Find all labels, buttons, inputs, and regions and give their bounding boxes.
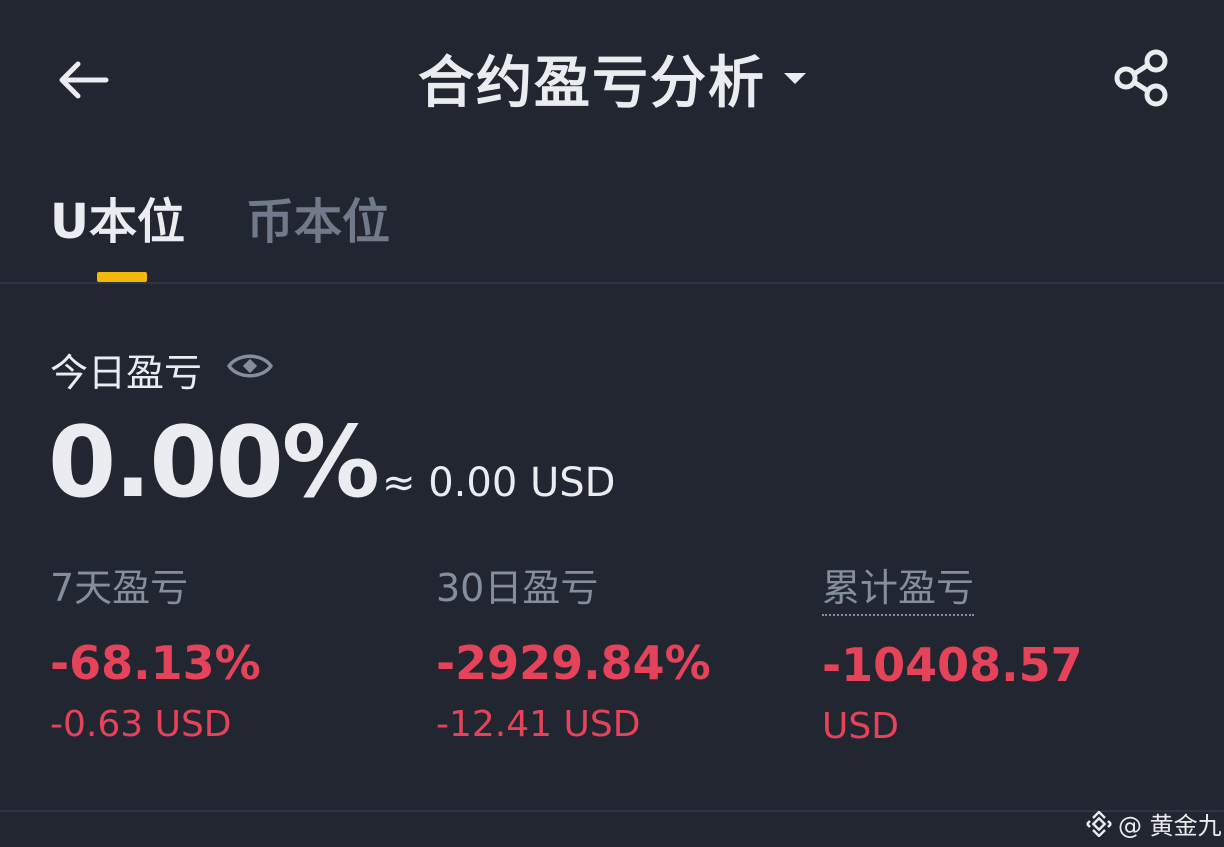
today-pnl-usd: ≈ 0.00 USD: [382, 460, 616, 506]
stat-30d-percent: -2929.84%: [436, 636, 711, 690]
today-pnl-percent: 0.00%: [48, 406, 380, 520]
today-pnl-values: 0.00% ≈ 0.00 USD: [48, 408, 615, 518]
page-title: 合约盈亏分析: [418, 50, 766, 116]
active-tab-indicator: [97, 272, 147, 282]
stat-cumulative-value: -10408.57: [822, 638, 1083, 692]
stat-cumulative-label[interactable]: 累计盈亏: [822, 562, 975, 616]
eye-icon: [227, 354, 273, 378]
binance-logo-icon: [1086, 810, 1112, 837]
divider: [0, 282, 1224, 284]
today-pnl-label: 今日盈亏: [50, 351, 203, 395]
stat-30d: 30日盈亏 -2929.84% -12.41 USD: [436, 562, 711, 745]
watermark-text: @ 黄金九: [1118, 812, 1222, 840]
stat-7d-label: 7天盈亏: [50, 566, 189, 610]
share-button[interactable]: [1108, 44, 1176, 112]
stat-cumulative-unit: USD: [822, 706, 899, 747]
contract-pnl-page: 合约盈亏分析 U本位 币本位 今日盈亏 0.00% ≈ 0.00 USD 7天盈…: [0, 0, 1224, 847]
watermark: @ 黄金九: [1086, 806, 1222, 841]
title-dropdown[interactable]: 合约盈亏分析: [0, 40, 1224, 116]
stat-7d: 7天盈亏 -68.13% -0.63 USD: [50, 562, 261, 745]
share-icon: [1114, 49, 1168, 107]
stat-30d-usd: -12.41 USD: [436, 704, 641, 745]
tab-coin-margined[interactable]: 币本位: [246, 182, 390, 252]
stat-cumulative: 累计盈亏 -10408.57 USD: [822, 562, 1083, 747]
toggle-visibility-button[interactable]: [224, 346, 276, 386]
stat-7d-usd: -0.63 USD: [50, 704, 232, 745]
caret-down-icon: [784, 72, 806, 84]
divider: [0, 810, 1224, 812]
stat-30d-label: 30日盈亏: [436, 566, 599, 610]
tab-u-margined[interactable]: U本位: [50, 182, 185, 252]
stat-7d-percent: -68.13%: [50, 636, 261, 690]
